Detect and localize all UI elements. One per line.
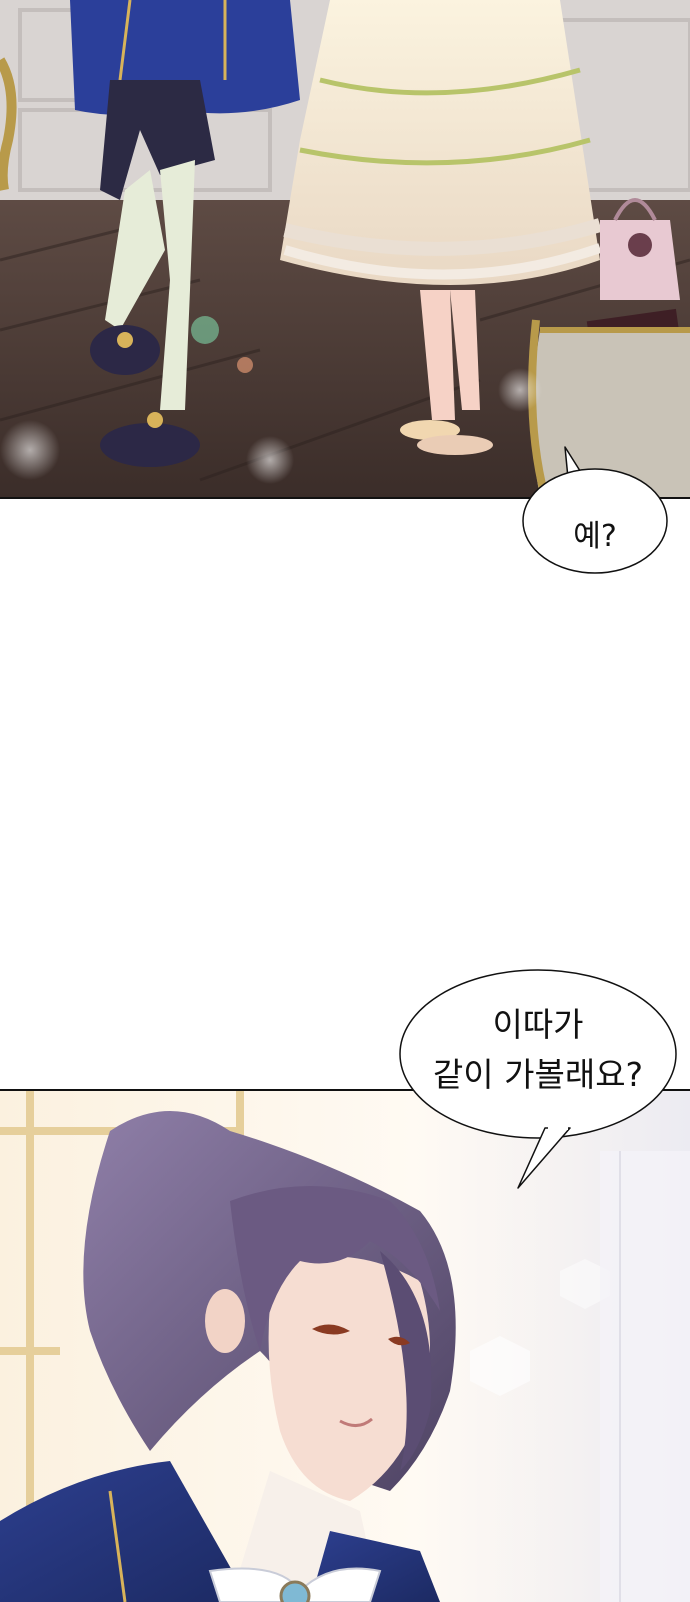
speech-bubble-2-text: 이따가 같이 가볼래요? [402,1000,674,1100]
speech-bubble-2-line-1: 이따가 [492,1005,584,1044]
speech-bubble-2-line-2: 같이 가볼래요? [432,1055,644,1094]
speech-bubble-2 [399,969,677,1189]
